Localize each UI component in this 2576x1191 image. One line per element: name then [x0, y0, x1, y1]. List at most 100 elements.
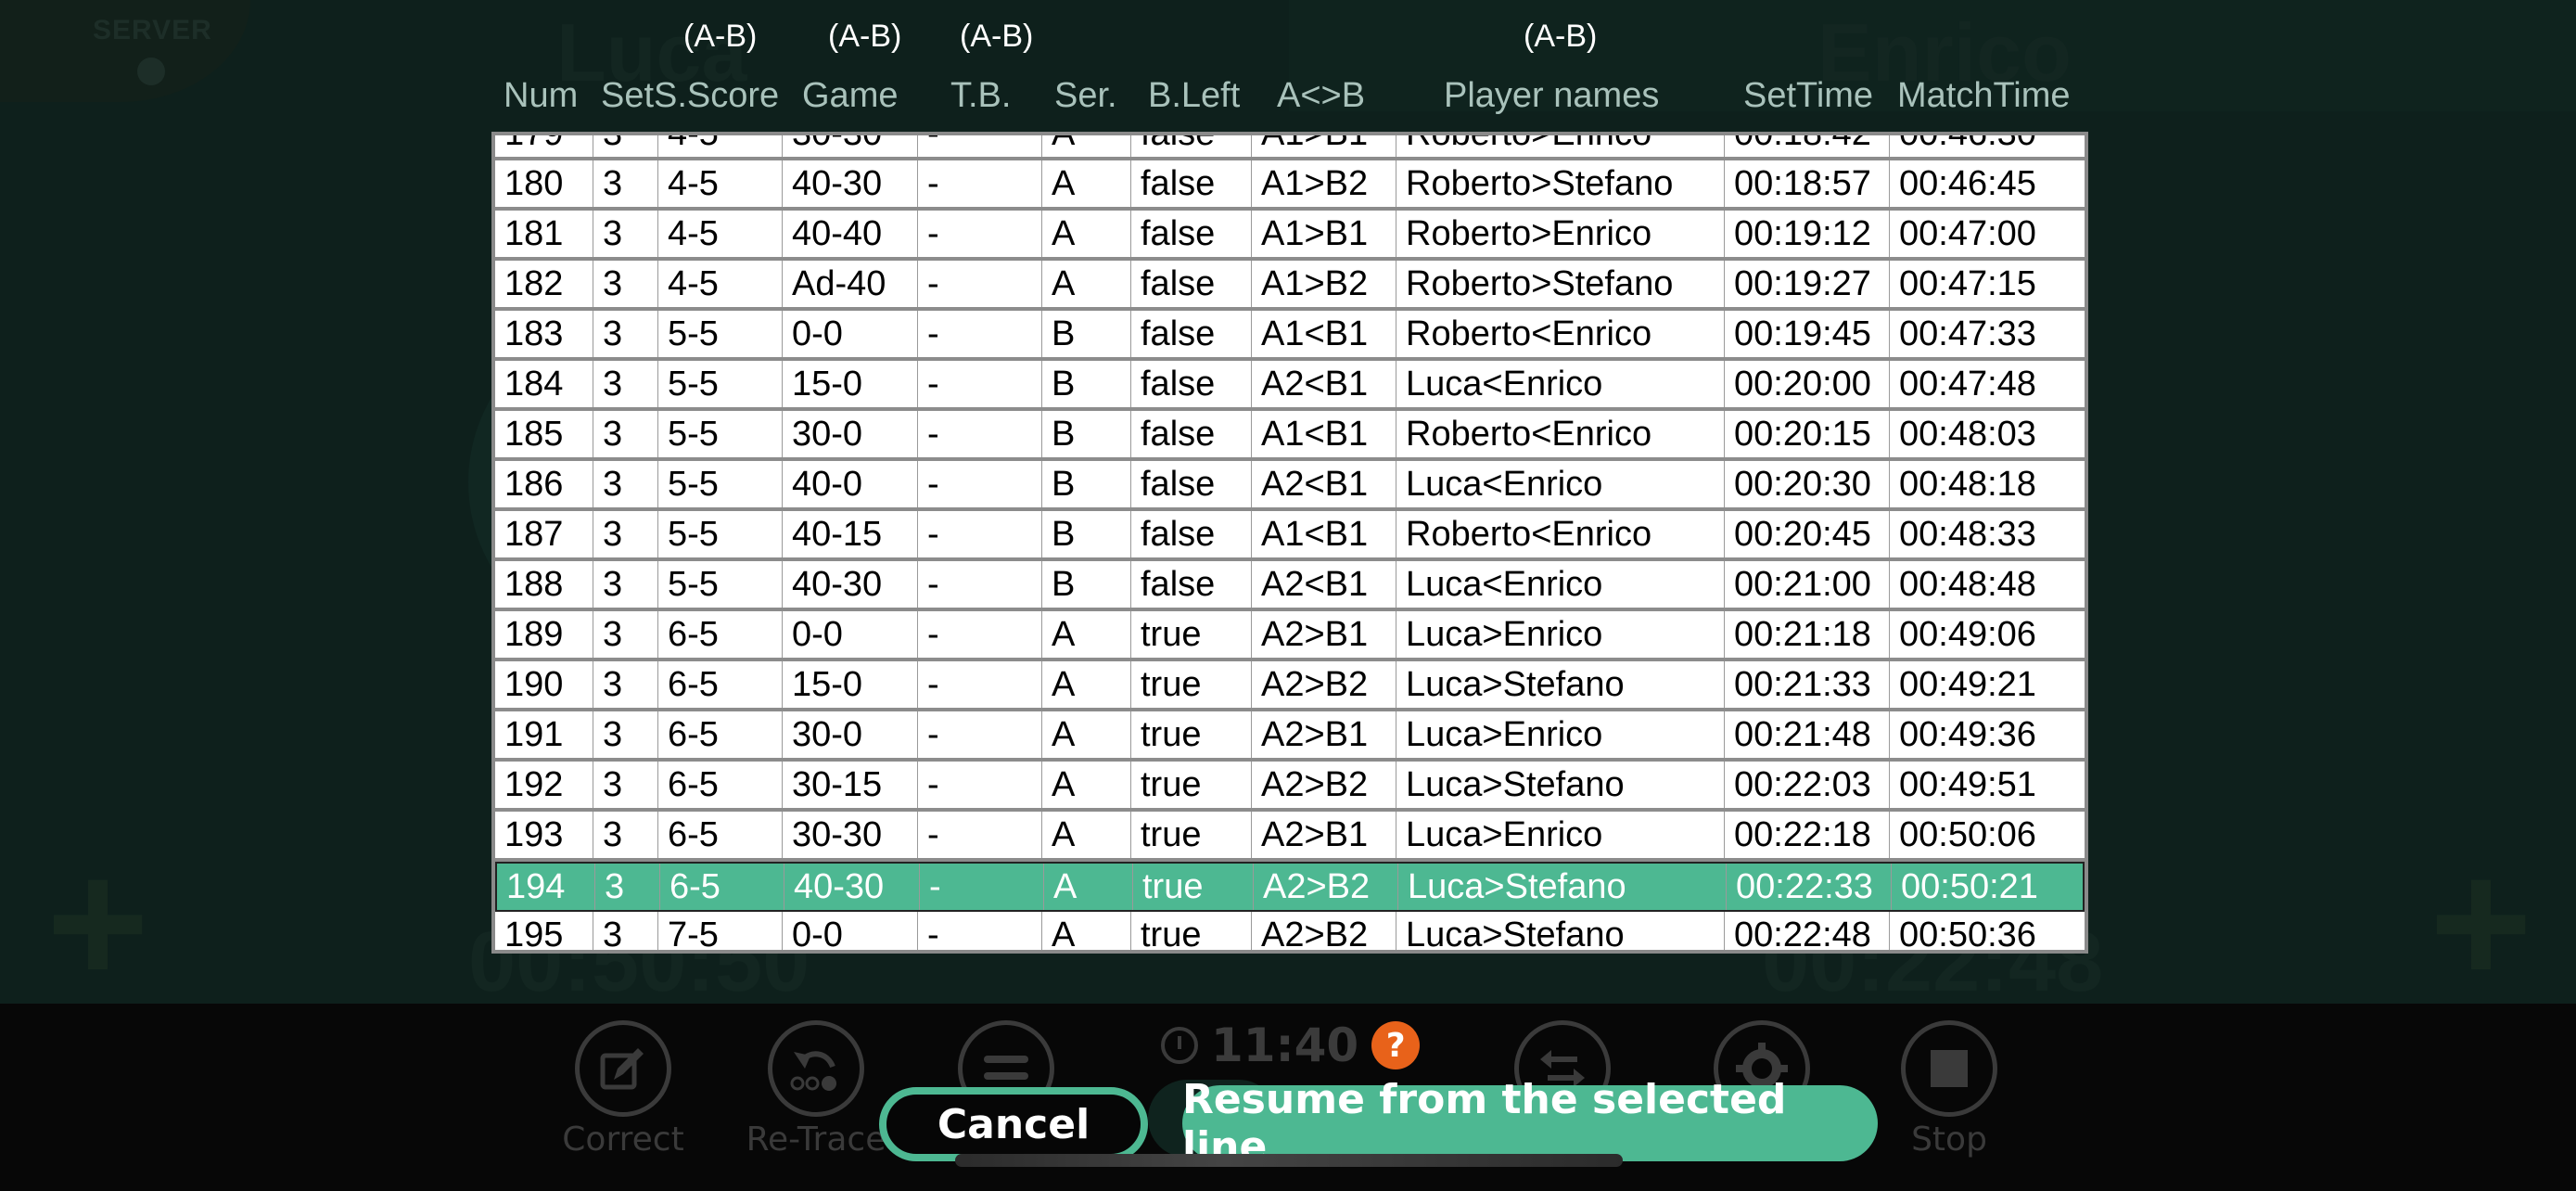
subheader-game: (A-B)	[828, 19, 902, 54]
cell-tb: -	[918, 361, 1042, 407]
table-row[interactable]: 188 3 5-5 40-30- Bfalse A2<B1 Luca<Enrico 00:21…	[495, 561, 2085, 611]
cell-ser: A	[1044, 864, 1133, 910]
cell-matchtime: 00:50:36	[1890, 912, 2085, 950]
subheader-tb: (A-B)	[960, 19, 1034, 54]
cell-ser: A	[1042, 912, 1131, 950]
column-header-bleft: B.Left	[1148, 76, 1241, 115]
point-history-table[interactable]: 179 3 4-5 30-30- Afalse A1>B1 Roberto>Enrico 00…	[491, 132, 2088, 954]
cell-tb: -	[918, 711, 1042, 758]
table-row[interactable]: 179 3 4-5 30-30- Afalse A1>B1 Roberto>Enrico 00…	[495, 135, 2085, 160]
cell-bleft: false	[1131, 135, 1252, 157]
server-ball-icon	[137, 58, 165, 85]
cell-matchtime: 00:48:48	[1890, 561, 2085, 608]
table-row[interactable]: 190 3 6-5 15-0- Atrue A2>B2 Luca>Stefano 00:21:…	[495, 661, 2085, 711]
cell-bleft: true	[1131, 661, 1252, 708]
cell-ser: A	[1042, 762, 1131, 808]
table-row[interactable]: 191 3 6-5 30-0- Atrue A2>B1 Luca>Enrico 00:21:4…	[495, 711, 2085, 762]
cell-settime: 00:21:00	[1725, 561, 1890, 608]
cell-tb: -	[918, 311, 1042, 357]
cell-players: Roberto>Stefano	[1396, 160, 1725, 207]
cell-matchtime: 00:47:48	[1890, 361, 2085, 407]
cell-bleft: true	[1131, 912, 1252, 950]
cell-matchtime: 00:47:33	[1890, 311, 2085, 357]
cell-matchtime: 00:46:30	[1890, 135, 2085, 157]
cell-matchtime: 00:48:18	[1890, 461, 2085, 507]
cell-bleft: false	[1131, 511, 1252, 557]
cell-settime: 00:21:33	[1725, 661, 1890, 708]
table-row[interactable]: 192 3 6-5 30-15- Atrue A2>B2 Luca>Stefano 00:22…	[495, 762, 2085, 812]
cell-tb: -	[918, 561, 1042, 608]
plus-icon-left: +	[46, 825, 149, 1021]
cell-game: 40-30	[784, 864, 920, 910]
cell-num: 188	[495, 561, 593, 608]
cell-sscore: 7-5	[658, 912, 783, 950]
column-header-game: Game	[802, 76, 899, 115]
cell-game: 40-30	[783, 160, 918, 207]
cell-bleft: false	[1131, 561, 1252, 608]
cell-num: 194	[497, 864, 595, 910]
cell-sscore: 5-5	[658, 411, 783, 457]
home-indicator[interactable]	[955, 1154, 1623, 1167]
resume-from-selected-line-button[interactable]: Resume from the selected line	[1182, 1076, 1878, 1171]
cell-set: 3	[593, 261, 658, 307]
cell-settime: 00:19:12	[1725, 211, 1890, 257]
help-button[interactable]: ?	[1371, 1021, 1421, 1069]
stop-button[interactable]: Stop	[1875, 1020, 2023, 1159]
table-row[interactable]: 181 3 4-5 40-40- Afalse A1>B1 Roberto>Enrico 00…	[495, 211, 2085, 261]
cell-tb: -	[918, 211, 1042, 257]
table-row[interactable]: 184 3 5-5 15-0- Bfalse A2<B1 Luca<Enrico 00:20:…	[495, 361, 2085, 411]
table-row[interactable]: 195 3 7-5 0-0- Atrue A2>B2 Luca>Stefano 00:22:4…	[495, 912, 2085, 950]
cell-num: 187	[495, 511, 593, 557]
cell-players: Luca>Stefano	[1396, 912, 1725, 950]
cell-players: Luca<Enrico	[1396, 461, 1725, 507]
cell-sscore: 6-5	[658, 812, 783, 858]
column-header-sscore: S.Score	[654, 76, 780, 115]
table-row[interactable]: 186 3 5-5 40-0- Bfalse A2<B1 Luca<Enrico 00:20:…	[495, 461, 2085, 511]
cell-set: 3	[593, 411, 658, 457]
cell-num: 190	[495, 661, 593, 708]
table-row[interactable]: 193 3 6-5 30-30- Atrue A2>B1 Luca>Enrico 00:22:…	[495, 812, 2085, 862]
cell-num: 180	[495, 160, 593, 207]
cell-bleft: false	[1131, 461, 1252, 507]
cell-players: Luca<Enrico	[1396, 361, 1725, 407]
retrace-icon	[768, 1020, 864, 1117]
cancel-button[interactable]: Cancel	[879, 1087, 1148, 1161]
table-row[interactable]: 180 3 4-5 40-30- Afalse A1>B2 Roberto>Stefano 0…	[495, 160, 2085, 211]
cell-matchtime: 00:46:45	[1890, 160, 2085, 207]
cell-game: 30-0	[783, 411, 918, 457]
cell-players: Roberto<Enrico	[1396, 411, 1725, 457]
column-header-settime: SetTime	[1743, 76, 1874, 115]
cell-matchtime: 00:50:06	[1890, 812, 2085, 858]
cell-game: 40-40	[783, 211, 918, 257]
cell-matchtime: 00:47:00	[1890, 211, 2085, 257]
retrace-button[interactable]: Re-Trace	[742, 1020, 890, 1159]
cell-settime: 00:20:30	[1725, 461, 1890, 507]
cell-num: 191	[495, 711, 593, 758]
cell-set: 3	[593, 211, 658, 257]
cell-set: 3	[593, 561, 658, 608]
table-row[interactable]: 185 3 5-5 30-0- Bfalse A1<B1 Roberto<Enrico 00:…	[495, 411, 2085, 461]
cell-game: 0-0	[783, 611, 918, 658]
cell-matchtime: 00:49:36	[1890, 711, 2085, 758]
table-row[interactable]: 187 3 5-5 40-15- Bfalse A1<B1 Roberto<Enrico 00…	[495, 511, 2085, 561]
cell-set: 3	[593, 661, 658, 708]
cell-sscore: 6-5	[660, 864, 784, 910]
cell-game: 15-0	[783, 361, 918, 407]
table-row[interactable]: 182 3 4-5 Ad-40- Afalse A1>B2 Roberto>Stefano 0…	[495, 261, 2085, 311]
cell-set: 3	[593, 160, 658, 207]
clock: 11:40 ?	[1161, 1018, 1421, 1072]
cell-bleft: false	[1131, 311, 1252, 357]
cell-tb: -	[918, 661, 1042, 708]
cell-sscore: 5-5	[658, 461, 783, 507]
correct-button[interactable]: Correct	[549, 1020, 697, 1159]
table-row[interactable]: 183 3 5-5 0-0- Bfalse A1<B1 Roberto<Enrico 00:1…	[495, 311, 2085, 361]
table-row-selected[interactable]: 194 3 6-5 40-30- Atrue A2>B2 Luca>Stefano 00:22…	[495, 862, 2085, 912]
cell-settime: 00:22:18	[1725, 812, 1890, 858]
table-row[interactable]: 189 3 6-5 0-0- Atrue A2>B1 Luca>Enrico 00:21:18…	[495, 611, 2085, 661]
cell-ab: A1<B1	[1252, 511, 1396, 557]
cell-game: 40-15	[783, 511, 918, 557]
cell-bleft: false	[1131, 361, 1252, 407]
subheader-sscore: (A-B)	[683, 19, 758, 54]
correct-label: Correct	[562, 1121, 684, 1159]
server-label: SERVER	[93, 15, 212, 45]
